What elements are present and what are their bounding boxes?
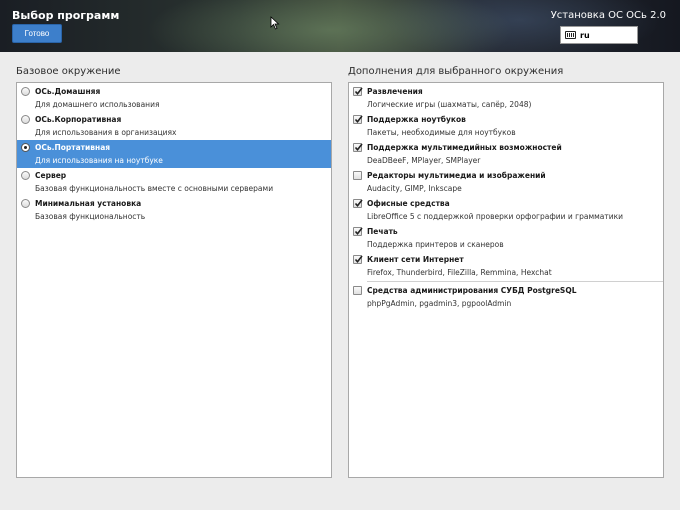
header-bar: Выбор программ Готово Установка ОС ОСь 2…: [0, 0, 680, 52]
environment-option[interactable]: Минимальная установка Базовая функциональ…: [17, 196, 331, 224]
environment-description: Базовая функциональность: [35, 212, 146, 221]
checkbox[interactable]: [353, 227, 363, 236]
addon-option[interactable]: Офисные средства LibreOffice 5 с поддержк…: [349, 196, 663, 224]
mouse-cursor-icon: [270, 16, 280, 30]
radio-button[interactable]: [21, 199, 30, 208]
environment-title: Минимальная установка: [35, 199, 142, 208]
environment-option[interactable]: Сервер Базовая функциональность вместе с …: [17, 168, 331, 196]
addon-option[interactable]: Редакторы мультимедиа и изображений Audac…: [349, 168, 663, 196]
environment-description: Для использования на ноутбуке: [35, 156, 163, 165]
radio-button[interactable]: [21, 115, 30, 124]
keyboard-icon: [565, 31, 576, 39]
checkbox[interactable]: [353, 143, 363, 152]
addon-title: Редакторы мультимедиа и изображений: [367, 171, 546, 180]
separator: [367, 281, 663, 282]
addons-list: Развлечения Логические игры (шахматы, сап…: [348, 82, 664, 478]
addon-title: Клиент сети Интернет: [367, 255, 464, 264]
environment-option[interactable]: ОСь.Домашняя Для домашнего использования: [17, 84, 331, 112]
addon-title: Поддержка ноутбуков: [367, 115, 466, 124]
addon-option[interactable]: Поддержка ноутбуков Пакеты, необходимые д…: [349, 112, 663, 140]
addon-option[interactable]: Печать Поддержка принтеров и сканеров: [349, 224, 663, 252]
addon-title: Офисные средства: [367, 199, 450, 208]
checkmark-icon: [354, 143, 363, 152]
base-environment-label: Базовое окружение: [16, 66, 121, 77]
environment-description: Базовая функциональность вместе с основн…: [35, 184, 274, 193]
keyboard-layout-label: ru: [580, 30, 590, 40]
checkmark-icon: [354, 255, 363, 264]
checkbox[interactable]: [353, 87, 363, 96]
addon-title: Развлечения: [367, 87, 423, 96]
addon-title: Средства администрирования СУБД PostgreS…: [367, 286, 577, 295]
addon-option[interactable]: Средства администрирования СУБД PostgreS…: [349, 283, 663, 311]
checkmark-icon: [354, 227, 363, 236]
addon-description: Пакеты, необходимые для ноутбуков: [367, 128, 516, 137]
addon-description: phpPgAdmin, pgadmin3, pgpoolAdmin: [367, 299, 512, 308]
addons-label: Дополнения для выбранного окружения: [348, 66, 564, 77]
environment-title: ОСь.Портативная: [35, 143, 111, 152]
checkmark-icon: [354, 115, 363, 124]
environment-description: Для использования в организациях: [35, 128, 177, 137]
checkbox[interactable]: [353, 286, 362, 295]
environment-option[interactable]: ОСь.Портативная Для использования на ноут…: [17, 140, 331, 168]
product-title: Установка ОС ОСь 2.0: [550, 10, 666, 21]
addon-description: LibreOffice 5 с поддержкой проверки орфо…: [367, 212, 624, 221]
environment-title: ОСь.Корпоративная: [35, 115, 122, 124]
radio-button[interactable]: [21, 87, 30, 96]
addon-option[interactable]: Развлечения Логические игры (шахматы, сап…: [349, 84, 663, 112]
checkbox[interactable]: [353, 115, 363, 124]
checkbox[interactable]: [353, 199, 363, 208]
page-title: Выбор программ: [12, 9, 120, 22]
environment-title: ОСь.Домашняя: [35, 87, 101, 96]
addon-option[interactable]: Клиент сети Интернет Firefox, Thunderbird…: [349, 252, 663, 280]
addon-title: Печать: [367, 227, 398, 236]
radio-button[interactable]: [21, 143, 30, 152]
environment-description: Для домашнего использования: [35, 100, 160, 109]
done-button[interactable]: Готово: [12, 24, 62, 43]
base-environment-list: ОСь.Домашняя Для домашнего использования О…: [16, 82, 332, 478]
addon-description: Поддержка принтеров и сканеров: [367, 240, 504, 249]
checkbox[interactable]: [353, 255, 363, 264]
addon-option[interactable]: Поддержка мультимедийных возможностей Dea…: [349, 140, 663, 168]
environment-option[interactable]: ОСь.Корпоративная Для использования в орг…: [17, 112, 331, 140]
environment-title: Сервер: [35, 171, 67, 180]
keyboard-layout-indicator[interactable]: ru: [560, 26, 638, 44]
addon-description: Логические игры (шахматы, сапёр, 2048): [367, 100, 532, 109]
addon-description: Firefox, Thunderbird, FileZilla, Remmina…: [367, 268, 552, 277]
checkmark-icon: [354, 87, 363, 96]
checkmark-icon: [354, 199, 363, 208]
addon-description: DeaDBeeF, MPlayer, SMPlayer: [367, 156, 481, 165]
addon-title: Поддержка мультимедийных возможностей: [367, 143, 562, 152]
radio-button[interactable]: [21, 171, 30, 180]
addon-description: Audacity, GIMP, Inkscape: [367, 184, 462, 193]
checkbox[interactable]: [353, 171, 362, 180]
